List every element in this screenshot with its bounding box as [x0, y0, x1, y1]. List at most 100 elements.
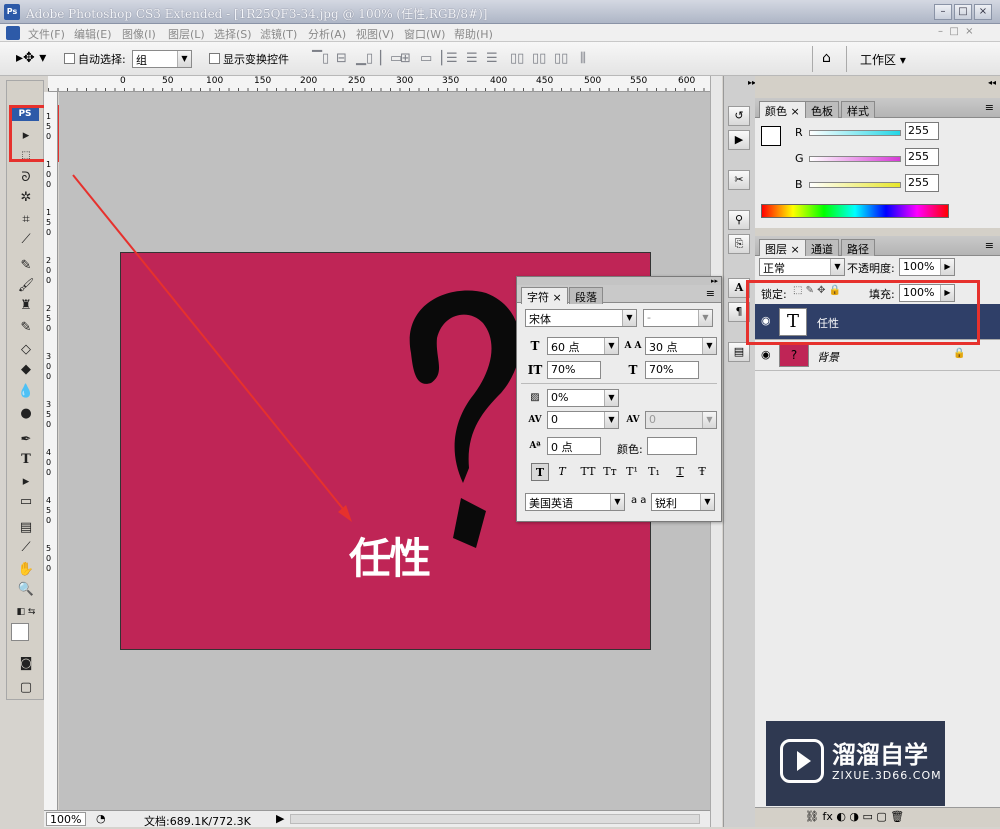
layer-row-background[interactable]: ◉ ? 背景 🔒: [755, 341, 1000, 371]
language-dropdown[interactable]: 美国英语 ▼: [525, 493, 625, 511]
horizontal-scale-field[interactable]: 70%: [645, 361, 699, 379]
lock-icon: 🔒: [953, 348, 966, 359]
all-caps-button[interactable]: TT: [579, 463, 597, 481]
dock-collapse-icon[interactable]: ▸▸: [724, 78, 756, 88]
faux-bold-button[interactable]: T: [531, 463, 549, 481]
tab-styles-label: 样式: [847, 105, 869, 118]
play-triangle: [797, 751, 811, 771]
panels-collapse-icon[interactable]: ◂◂: [755, 78, 1000, 88]
status-info-icon[interactable]: ◔: [96, 812, 106, 825]
b-label: B: [795, 178, 803, 191]
chevron-down-icon: ▼: [700, 494, 714, 510]
background-layer-thumbnail: ?: [779, 343, 809, 367]
watermark-title: 溜溜自学: [832, 741, 928, 769]
tab-paragraph-label: 段落: [575, 291, 597, 304]
clone-source-icon[interactable]: ⎘: [728, 234, 750, 254]
zoom-level-field[interactable]: 100%: [46, 812, 86, 826]
color-panel: R 255 G 255 B 255: [755, 118, 1000, 228]
character-panel: ▸▸ 字符 × 段落 ≡ 宋体 ▼ - ▼ T 60 点 ▼ A A 30 点 ▼ IT…: [516, 276, 722, 522]
font-size-value: 60 点: [551, 341, 580, 354]
history-panel-icon[interactable]: ↺: [728, 106, 750, 126]
antialias-icon: a a: [631, 495, 647, 506]
opacity-field[interactable]: 100% ▶: [899, 258, 955, 276]
watermark: 溜溜自学 ZIXUE.3D66.COM: [766, 721, 945, 806]
baseline-shift-field[interactable]: 0 点: [547, 437, 601, 455]
chevron-down-icon: ▼: [702, 338, 716, 354]
watermark-url: ZIXUE.3D66.COM: [832, 769, 942, 782]
right-panels: ◂◂ 颜色 × 色板 样式 ≡ R 255 G 255 B 255 图层 × 通…: [755, 76, 1000, 827]
g-slider[interactable]: [809, 156, 901, 162]
r-slider[interactable]: [809, 130, 901, 136]
chevron-down-icon: ▼: [698, 310, 712, 326]
horizontal-scale-icon: T: [628, 363, 638, 377]
strikethrough-button[interactable]: Ŧ: [693, 463, 711, 481]
actions-panel-icon[interactable]: ▶: [728, 130, 750, 150]
tab-styles[interactable]: 样式: [841, 101, 875, 118]
brushes-panel-icon[interactable]: ⚲: [728, 210, 750, 230]
kerning-dropdown[interactable]: 0 ▼: [547, 411, 619, 429]
chevron-down-icon: ▼: [830, 259, 844, 275]
character-panel-grip[interactable]: ▸▸: [517, 277, 721, 285]
tab-channels[interactable]: 通道: [805, 239, 839, 256]
r-label: R: [795, 126, 803, 139]
tracking-dropdown[interactable]: 0 ▼: [645, 411, 717, 429]
language-value: 美国英语: [529, 497, 573, 510]
font-style-value: -: [647, 311, 651, 324]
tab-paths[interactable]: 路径: [841, 239, 875, 256]
color-foreground-swatch[interactable]: [761, 126, 781, 146]
g-label: G: [795, 152, 804, 165]
chevron-down-icon: ▼: [622, 310, 636, 326]
chevron-right-icon: ▶: [940, 259, 954, 275]
r-value-field[interactable]: 255: [905, 122, 939, 140]
color-spectrum-bar[interactable]: [761, 204, 949, 218]
underline-button[interactable]: T: [671, 463, 689, 481]
layer-name: 背景: [817, 351, 839, 364]
panel-menu-icon[interactable]: ≡: [985, 101, 994, 114]
leading-dropdown[interactable]: 30 点 ▼: [645, 337, 717, 355]
horizontal-scrollbar[interactable]: [290, 814, 700, 824]
tab-color[interactable]: 颜色 ×: [759, 101, 806, 118]
font-style-dropdown[interactable]: - ▼: [643, 309, 713, 327]
text-format-buttons: T T TT Tт T¹ T₁ T Ŧ: [523, 463, 719, 481]
character-panel-tabs: 字符 × 段落 ≡: [517, 285, 721, 304]
separator: [521, 383, 717, 384]
leading-icon: A A: [624, 341, 642, 351]
baseline-shift-icon: Aª: [529, 441, 541, 451]
tsume-dropdown[interactable]: 0% ▼: [547, 389, 619, 407]
tab-paragraph[interactable]: 段落: [569, 287, 603, 304]
g-value-field[interactable]: 255: [905, 148, 939, 166]
panel-dock: ▸▸ ↺ ▶ ✂ ⚲ ⎘ A ¶ ▤: [723, 76, 756, 827]
layers-panel-tabs: 图层 × 通道 路径 ≡: [755, 236, 1000, 256]
font-size-dropdown[interactable]: 60 点 ▼: [547, 337, 619, 355]
antialias-dropdown[interactable]: 锐利 ▼: [651, 493, 715, 511]
vertical-scale-field[interactable]: 70%: [547, 361, 601, 379]
tab-swatches-label: 色板: [811, 105, 833, 118]
tab-channels-label: 通道: [811, 243, 833, 256]
tab-swatches[interactable]: 色板: [805, 101, 839, 118]
blend-mode-value: 正常: [763, 262, 785, 275]
faux-italic-button[interactable]: T: [553, 463, 571, 481]
panel-menu-icon[interactable]: ≡: [985, 239, 994, 252]
tool-presets-icon[interactable]: ✂: [728, 170, 750, 190]
opacity-label: 不透明度:: [847, 262, 895, 275]
blend-mode-dropdown[interactable]: 正常 ▼: [759, 258, 845, 276]
tab-character[interactable]: 字符 ×: [521, 287, 568, 304]
vertical-scale-icon: IT: [527, 363, 543, 377]
tab-layers[interactable]: 图层 ×: [759, 239, 806, 256]
panel-menu-icon[interactable]: ≡: [706, 287, 715, 300]
text-color-swatch[interactable]: [647, 437, 697, 455]
tsume-icon: ▨: [530, 392, 540, 403]
layers-footer-icons[interactable]: ⛓ fx ◐ ◑ ▭ ▢ 🗑: [755, 807, 1000, 827]
eye-icon[interactable]: ◉: [761, 348, 771, 361]
b-slider[interactable]: [809, 182, 901, 188]
font-family-dropdown[interactable]: 宋体 ▼: [525, 309, 637, 327]
status-menu-arrow-icon[interactable]: ▶: [276, 812, 284, 825]
small-caps-button[interactable]: Tт: [601, 463, 619, 481]
kerning-icon: AV: [528, 415, 542, 425]
font-size-icon: T: [530, 339, 540, 353]
chevron-down-icon: ▼: [610, 494, 624, 510]
b-value-field[interactable]: 255: [905, 174, 939, 192]
layer-comps-icon[interactable]: ▤: [728, 342, 750, 362]
subscript-button[interactable]: T₁: [645, 463, 663, 481]
superscript-button[interactable]: T¹: [623, 463, 641, 481]
